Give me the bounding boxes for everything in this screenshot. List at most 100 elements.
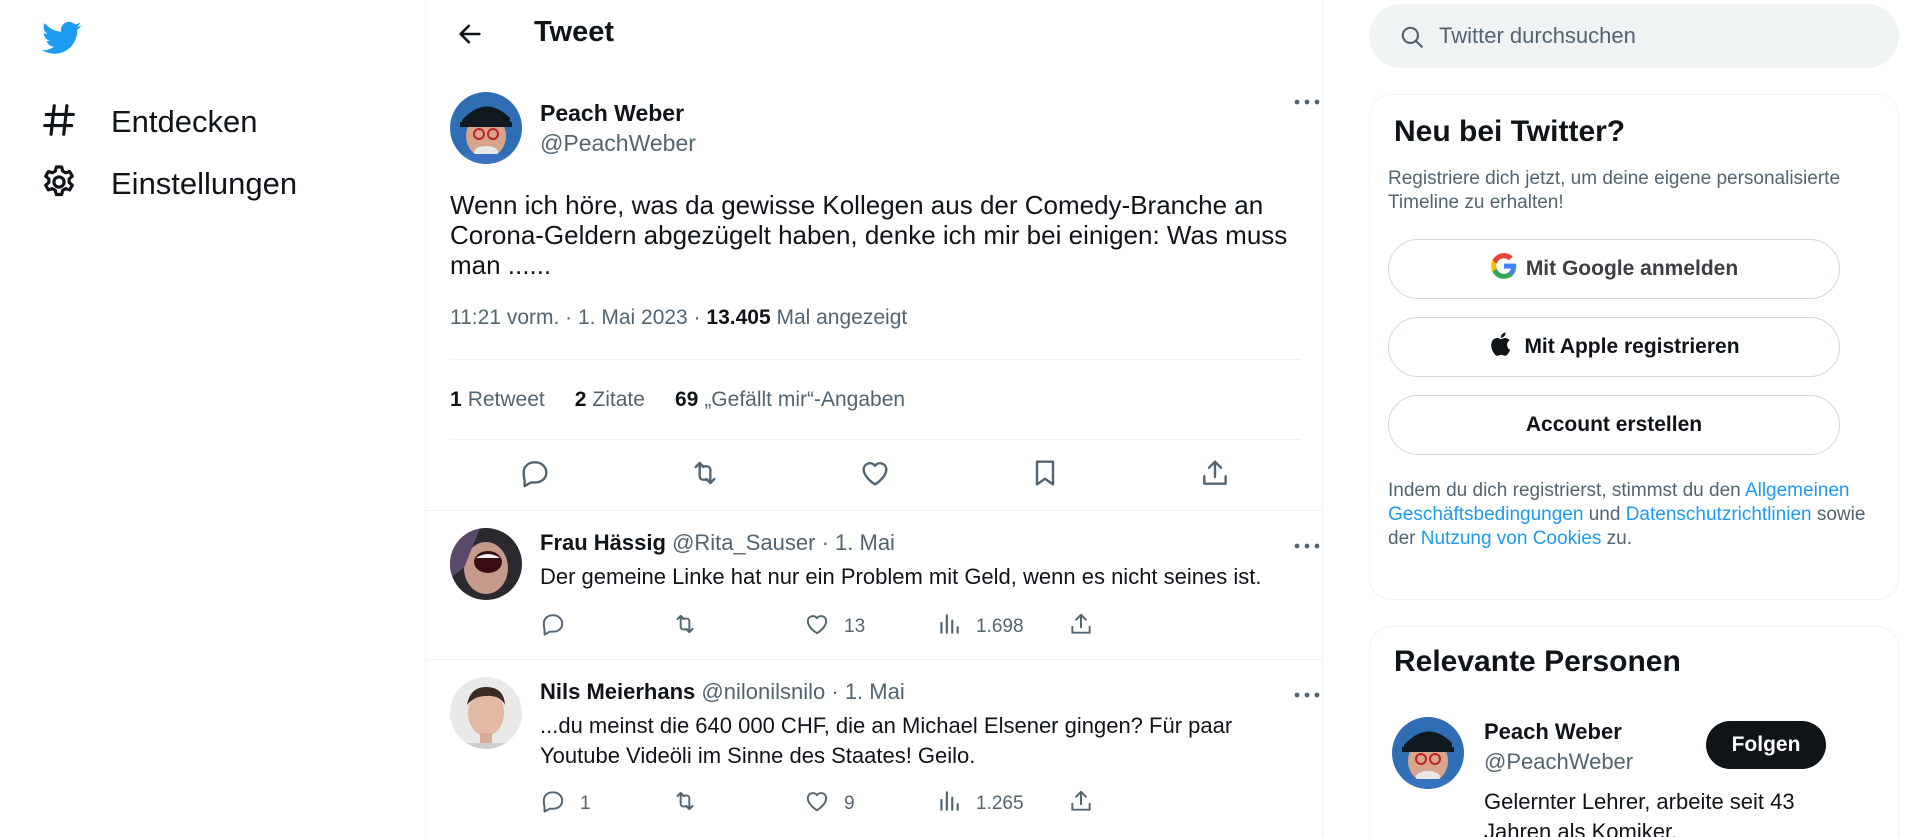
bar-chart-icon (936, 788, 976, 820)
reply-author-handle[interactable]: @Rita_Sauser (672, 530, 815, 555)
reply-tweet[interactable]: Nils Meierhans @nilonilsnilo · 1. Mai ..… (426, 663, 1322, 837)
reply-button[interactable] (540, 611, 672, 643)
like-count: 9 (844, 793, 855, 814)
heart-icon (859, 457, 891, 494)
reply-actions: 1 9 1.265 (540, 787, 1200, 821)
google-signin-label: Mit Google anmelden (1525, 257, 1739, 280)
back-button[interactable] (450, 16, 490, 56)
reply-icon (519, 457, 551, 494)
retweet-icon (689, 457, 721, 494)
more-options-icon[interactable] (1292, 685, 1322, 705)
retweet-button[interactable] (672, 788, 804, 820)
bookmark-icon (1029, 457, 1061, 494)
legal-suffix: zu. (1601, 528, 1632, 549)
avatar[interactable] (1392, 717, 1464, 789)
nav-item-entdecken[interactable]: Entdecken (40, 97, 258, 147)
share-icon (1068, 611, 1108, 643)
like-button[interactable]: 9 (804, 788, 936, 820)
views-button[interactable]: 1.698 (936, 611, 1068, 643)
person-name[interactable]: Peach Weber (1484, 719, 1622, 745)
reply-icon (540, 788, 580, 820)
left-navigation: Entdecken Einstellungen (0, 0, 425, 837)
retweet-count: 1 (450, 388, 462, 411)
google-icon (1490, 252, 1526, 286)
author-name[interactable]: Peach Weber (540, 100, 684, 127)
signup-card: Neu bei Twitter? Registriere dich jetzt,… (1369, 94, 1899, 600)
divider (450, 439, 1300, 440)
legal-text: Indem du dich registrierst, stimmst du d… (1388, 479, 1868, 551)
bookmark-button[interactable] (1025, 455, 1065, 495)
tweet-meta: 11:21 vorm. · 1. Mai 2023 · 13.405 Mal a… (450, 306, 907, 330)
reply-author-handle[interactable]: @nilonilsnilo (701, 679, 825, 704)
right-sidebar: Neu bei Twitter? Registriere dich jetzt,… (1323, 0, 1910, 837)
reply-icon (540, 611, 580, 643)
reply-text: Der gemeine Linke hat nur ein Problem mi… (540, 564, 1262, 589)
reply-author-name[interactable]: Frau Hässig (540, 530, 666, 555)
nav-item-label: Entdecken (111, 104, 258, 139)
reply-text: ...du meinst die 640 000 CHF, die an Mic… (540, 713, 1233, 768)
retweet-stat[interactable]: 1 Retweet (450, 388, 545, 412)
more-options-icon[interactable] (1292, 536, 1322, 556)
reply-tweet[interactable]: Frau Hässig @Rita_Sauser · 1. Mai Der ge… (426, 514, 1322, 658)
tweet-stats: 1 Retweet 2 Zitate 69 „Gefällt mir“-Angaben (450, 388, 905, 412)
follow-button[interactable]: Folgen (1706, 721, 1826, 769)
share-icon (1199, 457, 1231, 494)
reply-date[interactable]: 1. Mai (835, 530, 895, 555)
avatar[interactable] (450, 528, 522, 600)
search-bar[interactable] (1369, 4, 1899, 68)
retweet-button[interactable] (685, 455, 725, 495)
apple-signup-button[interactable]: Mit Apple registrieren (1388, 317, 1840, 377)
share-icon (1068, 788, 1108, 820)
legal-and: und (1583, 504, 1626, 525)
tweet-timestamp[interactable]: 11:21 vorm. · 1. Mai 2023 · (450, 306, 706, 329)
like-label: „Gefällt mir“-Angaben (704, 388, 906, 411)
avatar[interactable] (450, 677, 522, 749)
legal-prefix: Indem du dich registrierst, stimmst du d… (1388, 480, 1745, 501)
signup-subtitle: Registriere dich jetzt, um deine eigene … (1388, 168, 1841, 213)
retweet-icon (672, 788, 712, 820)
divider (426, 659, 1322, 660)
reply-button[interactable]: 1 (540, 788, 672, 820)
bar-chart-icon (936, 611, 976, 643)
author-handle[interactable]: @PeachWeber (540, 130, 696, 157)
more-options-icon[interactable] (1292, 92, 1322, 112)
reply-header: Frau Hässig @Rita_Sauser · 1. Mai (540, 530, 895, 556)
reply-actions: 13 1.698 (540, 610, 1200, 644)
share-button[interactable] (1195, 455, 1235, 495)
divider (450, 359, 1300, 360)
heart-icon (804, 611, 844, 643)
reply-author-name[interactable]: Nils Meierhans (540, 679, 695, 704)
nav-item-einstellungen[interactable]: Einstellungen (40, 159, 297, 209)
create-account-button[interactable]: Account erstellen (1388, 395, 1840, 455)
hashtag-icon (40, 101, 78, 144)
page-title: Tweet (534, 16, 615, 48)
apple-signup-label: Mit Apple registrieren (1524, 335, 1740, 358)
create-account-label: Account erstellen (1525, 413, 1703, 436)
reply-date[interactable]: 1. Mai (845, 679, 905, 704)
like-button[interactable]: 13 (804, 611, 936, 643)
relevant-people-card: Relevante Personen Peach Weber @PeachWeb… (1369, 626, 1899, 837)
reply-button[interactable] (515, 455, 555, 495)
quote-stat[interactable]: 2 Zitate (575, 388, 645, 412)
main-column: Tweet Peach Weber @PeachWeber Wenn ich h… (425, 0, 1323, 837)
twitter-logo-icon[interactable] (40, 18, 84, 58)
like-button[interactable] (855, 455, 895, 495)
share-button[interactable] (1068, 611, 1200, 643)
quote-label: Zitate (592, 388, 645, 411)
google-signin-button[interactable]: Mit Google anmelden (1388, 239, 1840, 299)
heart-icon (804, 788, 844, 820)
arrow-left-icon (456, 20, 484, 53)
reply-header: Nils Meierhans @nilonilsnilo · 1. Mai (540, 679, 905, 705)
nav-item-label: Einstellungen (111, 166, 298, 201)
like-stat[interactable]: 69 „Gefällt mir“-Angaben (675, 388, 905, 412)
cookies-link[interactable]: Nutzung von Cookies (1421, 528, 1602, 549)
search-input[interactable] (1439, 16, 1879, 56)
privacy-link[interactable]: Datenschutzrichtlinien (1626, 504, 1812, 525)
person-handle[interactable]: @PeachWeber (1484, 749, 1633, 775)
retweet-button[interactable] (672, 611, 804, 643)
divider (426, 510, 1322, 511)
views-button[interactable]: 1.265 (936, 788, 1068, 820)
share-button[interactable] (1068, 788, 1200, 820)
retweet-label: Retweet (467, 388, 545, 411)
avatar[interactable] (450, 92, 522, 164)
